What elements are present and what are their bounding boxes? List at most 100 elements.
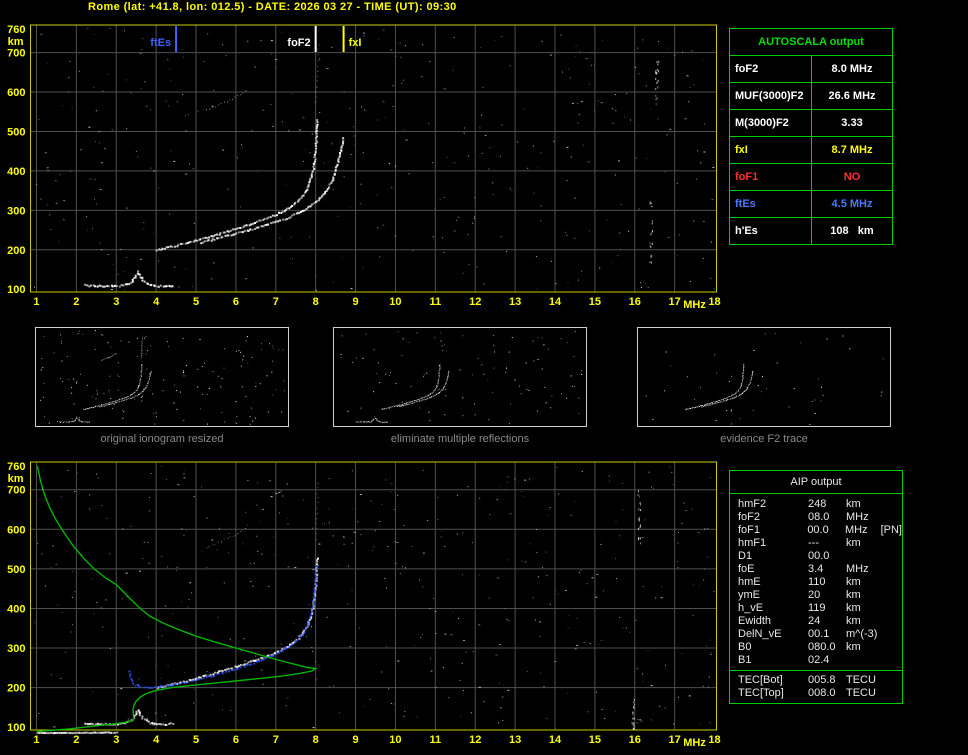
- aip-row-foF2: foF2 08.0 MHz: [738, 511, 902, 524]
- aip-row-extra: [882, 628, 902, 641]
- aip-row-unit: [846, 654, 882, 667]
- aip-row-extra: [882, 537, 902, 550]
- tick-label: 16: [629, 734, 641, 746]
- aip-row-Ewidth: Ewidth 24 km: [738, 615, 902, 628]
- mini-noise: [39, 330, 285, 425]
- tick-label: 600: [7, 524, 25, 536]
- autoscala-row-foF1: foF1 NO: [730, 164, 892, 191]
- thumbnail-caption-evidence: evidence F2 trace: [720, 433, 808, 445]
- aip-row-label: B0: [738, 641, 752, 653]
- aip-row-extra: [882, 511, 902, 524]
- tick-label: 2: [73, 734, 79, 746]
- aip-row-label: hmF1: [738, 537, 767, 549]
- aip-row-B0: B0 080.0 km: [738, 641, 902, 654]
- row-value: 108 km: [830, 225, 874, 237]
- aip-row-label: h_vE: [738, 602, 764, 614]
- thumbnail-original-ionogram: [35, 327, 289, 427]
- tick-label: 14: [549, 296, 562, 308]
- second-hop-echo: [206, 528, 247, 549]
- aip-row-label: foF1: [738, 524, 761, 536]
- tick-label: 2: [73, 296, 79, 308]
- aip-row-DelN_vE: DelN_vE 00.1 m^(-3): [738, 628, 902, 641]
- autoscala-row-fxI: fxI 8.7 MHz: [730, 137, 892, 164]
- aip-row-extra: [882, 674, 902, 687]
- tick-label: 1: [33, 296, 39, 308]
- tick-label: 6: [233, 734, 239, 746]
- autoscala-table-header: AUTOSCALA output: [730, 29, 892, 56]
- aip-row-unit: MHz: [846, 511, 869, 523]
- thumbnail-multiple-reflections: [333, 327, 587, 427]
- tick-label: 300: [7, 205, 25, 217]
- tick-label: 15: [589, 734, 601, 746]
- tick-label: 17: [668, 734, 680, 746]
- tick-label: 760: [7, 461, 25, 473]
- tick-label: 7: [273, 296, 279, 308]
- aip-tec-section: TEC[Bot] 005.8 TECU TEC[Top] 008.0 TECU: [730, 670, 902, 703]
- marker-fxI: fxI: [342, 26, 361, 52]
- aip-row-unit: km: [846, 589, 861, 601]
- tick-label: 12: [469, 734, 481, 746]
- mini-noise: [340, 331, 583, 425]
- row-value: 3.33: [841, 117, 863, 129]
- tick-label: 600: [7, 87, 25, 99]
- aip-row-label: foE: [738, 563, 755, 575]
- marker-ftEs: ftEs: [150, 26, 178, 52]
- Es-trace: [84, 270, 174, 288]
- aip-row-value: 119: [808, 602, 826, 614]
- aip-row-value: 00.0: [808, 550, 830, 562]
- tick-label: 1: [33, 734, 39, 746]
- aip-row-value: 02.4: [808, 654, 830, 666]
- aip-row-value: 00.1: [808, 628, 830, 640]
- tick-label: 13: [509, 296, 521, 308]
- tick-label: 3: [113, 296, 119, 308]
- station-title: Rome (lat: +41.8, lon: 012.5) - DATE: 20…: [88, 1, 457, 13]
- aip-row-extra: [882, 576, 902, 589]
- thumbnail-evidence-f2: [637, 327, 891, 427]
- aip-row-value: 110: [808, 576, 826, 588]
- aip-row-extra: [882, 654, 902, 667]
- aip-row-extra: [882, 563, 902, 576]
- mini-traces: [685, 364, 754, 411]
- plot-border: [30, 24, 717, 293]
- tick-label: 10: [389, 296, 401, 308]
- tick-label: 3: [113, 734, 119, 746]
- aip-row-hmE: hmE 110 km: [738, 576, 902, 589]
- axis-labels: 1 2 3 4 5 6 7 8 9 10 11 12 13 14 15 16 17 18MHz760km70060…: [7, 24, 720, 311]
- row-value: 4.5 MHz: [831, 198, 873, 210]
- aip-row-label: ymE: [738, 589, 760, 601]
- aip-row-label: B1: [738, 654, 752, 666]
- aip-row-label: hmF2: [738, 498, 767, 510]
- tick-label: 4: [153, 296, 160, 308]
- autoscala-row-MUF(3000)F2: MUF(3000)F2 26.6 MHz: [730, 83, 892, 110]
- tick-label: km: [8, 473, 24, 485]
- aip-row-h_vE: h_vE 119 km: [738, 602, 902, 615]
- row-value: 26.6 MHz: [828, 90, 876, 102]
- aip-row-TEC[Top]: TEC[Top] 008.0 TECU: [738, 687, 902, 700]
- thumbnail-caption-reflections: eliminate multiple reflections: [390, 433, 530, 445]
- tick-label: 5: [193, 296, 199, 308]
- tick-label: 15: [589, 296, 601, 308]
- frequency-markers: ftEs foF2 fxI: [150, 26, 361, 52]
- aip-row-extra: [882, 602, 902, 615]
- aip-row-value: 00.0: [807, 524, 829, 536]
- aip-row-unit: m^(-3): [846, 628, 878, 640]
- aip-row-label: Ewidth: [738, 615, 772, 627]
- row-value: 8.7 MHz: [831, 144, 873, 156]
- mini-traces: [57, 335, 152, 423]
- row-label: M(3000)F2: [730, 110, 812, 136]
- top-ionogram-plot: 1 2 3 4 5 6 7 8 9 10 11 12 13 14 15 16 17 18MHz760km70060…: [7, 24, 720, 311]
- tick-label: 12: [469, 296, 481, 308]
- tick-label: 6: [233, 296, 239, 308]
- tick-label: 14: [549, 734, 562, 746]
- grid-lines: [30, 25, 717, 292]
- thumbnail-caption-original: original ionogram resized: [100, 433, 224, 445]
- aip-row-value: 008.0: [808, 687, 836, 699]
- aip-row-unit: km: [846, 498, 861, 510]
- aip-row-extra: [882, 589, 902, 602]
- aip-row-label: hmE: [738, 576, 761, 588]
- aip-row-value: 20: [808, 589, 821, 601]
- tick-label: 300: [7, 643, 25, 655]
- tick-label: 13: [509, 734, 521, 746]
- tick-label: 17: [668, 296, 680, 308]
- aip-row-ymE: ymE 20 km: [738, 589, 902, 602]
